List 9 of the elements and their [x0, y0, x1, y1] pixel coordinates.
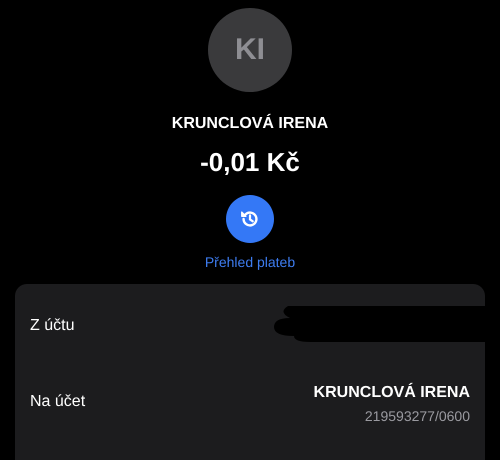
payee-name: KRUNCLOVÁ IRENA — [172, 115, 328, 133]
account-name: KRUNCLOVÁ IRENA — [314, 384, 470, 402]
amount: -0,01 Kč — [200, 147, 300, 178]
account-number: 219593277/0600 — [364, 408, 470, 424]
detail-label: Z účtu — [30, 317, 74, 335]
detail-label: Na účet — [30, 393, 86, 411]
avatar: KI — [208, 8, 292, 92]
payment-history-link[interactable]: Přehled plateb — [204, 254, 296, 270]
history-button[interactable] — [226, 195, 274, 243]
